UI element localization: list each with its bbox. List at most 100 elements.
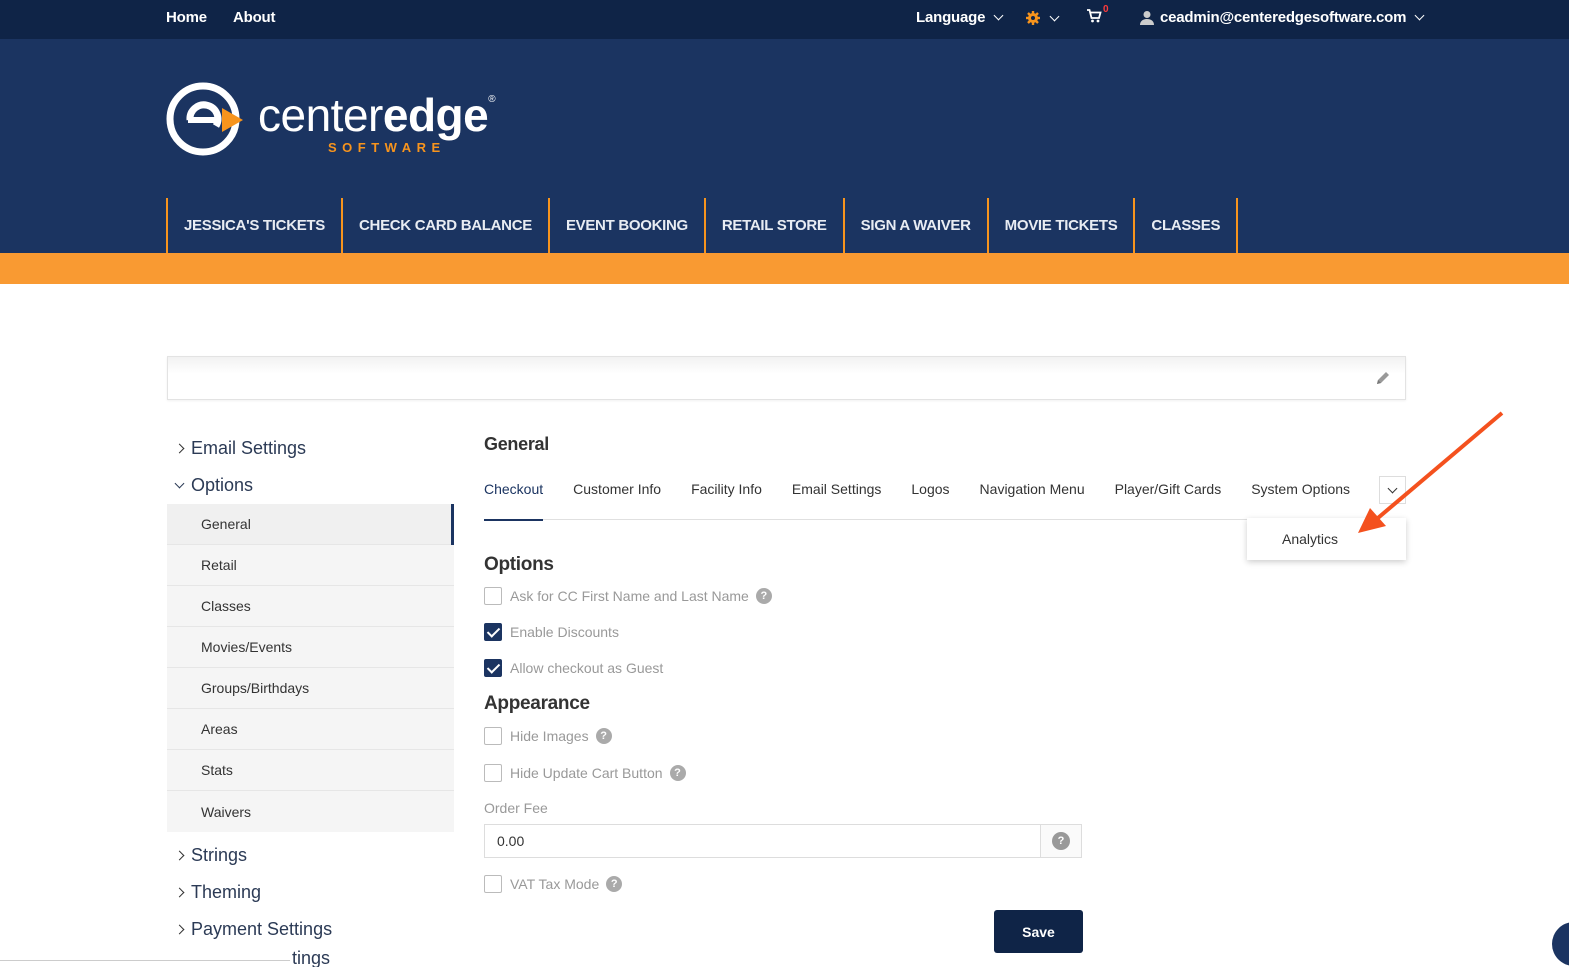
sidebar-subitem-classes[interactable]: Classes (167, 586, 454, 627)
sidebar-item-cut[interactable]: tings (167, 948, 454, 967)
dropdown-item-analytics[interactable]: Analytics (1282, 531, 1338, 547)
annotation-arrow-icon (1358, 411, 1504, 533)
checkbox[interactable] (484, 875, 502, 893)
user-icon (1140, 11, 1154, 25)
logo-mark-icon (166, 82, 243, 156)
help-icon[interactable]: ? (669, 765, 686, 781)
chevron-right-icon (167, 924, 191, 935)
chevron-down-icon (993, 10, 1004, 21)
tab-navigation-menu[interactable]: Navigation Menu (980, 474, 1085, 520)
sidebar-item-email-settings[interactable]: Email Settings (167, 430, 454, 467)
option-ask-cc-name[interactable]: Ask for CC First Name and Last Name ? (484, 587, 772, 605)
nav-retail-store[interactable]: RETAIL STORE (703, 198, 843, 253)
option-label: Enable Discounts (510, 624, 619, 640)
help-icon[interactable]: ? (606, 876, 623, 892)
nav-movie-tickets[interactable]: MOVIE TICKETS (986, 198, 1134, 253)
tab-email-settings[interactable]: Email Settings (792, 474, 881, 520)
option-enable-discounts[interactable]: Enable Discounts (484, 623, 619, 641)
chevron-right-icon (167, 443, 191, 454)
tab-facility-info[interactable]: Facility Info (691, 474, 762, 520)
checkbox[interactable] (484, 587, 502, 605)
option-hide-images[interactable]: Hide Images ? (484, 727, 612, 745)
sidebar-subitem-movies-events[interactable]: Movies/Events (167, 627, 454, 668)
sidebar-item-options[interactable]: Options (167, 467, 454, 504)
tab-player-gift-cards[interactable]: Player/Gift Cards (1115, 474, 1222, 520)
order-fee-input[interactable] (485, 825, 1040, 857)
sidebar-subitem-waivers[interactable]: Waivers (167, 791, 454, 832)
orange-band (0, 253, 1569, 284)
sidebar-item-payment-settings[interactable]: Payment Settings (167, 911, 454, 948)
cart-count-badge: 0 (1103, 3, 1109, 15)
nav-sign-a-waiver[interactable]: SIGN A WAIVER (842, 198, 987, 253)
sidebar-item-label: Options (191, 475, 254, 495)
nav-jessicas-tickets[interactable]: JESSICA'S TICKETS (166, 198, 341, 253)
chevron-right-icon (167, 887, 191, 898)
user-menu[interactable]: ceadmin@centeredgesoftware.com (1140, 9, 1425, 26)
top-bar: Home About Language 0 ceadmin@centeredge… (0, 0, 1569, 39)
sidebar-item-label: tings (292, 948, 331, 967)
order-fee-label: Order Fee (484, 800, 548, 816)
option-label: Ask for CC First Name and Last Name (510, 588, 749, 604)
nav-classes[interactable]: CLASSES (1133, 198, 1239, 253)
option-label: Hide Images (510, 728, 589, 744)
option-hide-update-cart[interactable]: Hide Update Cart Button ? (484, 764, 686, 782)
sidebar-subitem-stats[interactable]: Stats (167, 750, 454, 791)
checkbox[interactable] (484, 623, 502, 641)
main-navigation: JESSICA'S TICKETS CHECK CARD BALANCE EVE… (166, 198, 1239, 253)
sidebar-subitem-areas[interactable]: Areas (167, 709, 454, 750)
sidebar-subitem-general[interactable]: General (167, 504, 454, 545)
home-link[interactable]: Home (166, 9, 207, 26)
sidebar-item-strings[interactable]: Strings (167, 837, 454, 874)
chevron-down-icon (167, 478, 191, 489)
brand-wordmark: centeredge® (258, 89, 496, 141)
option-label: Hide Update Cart Button (510, 765, 663, 781)
page-title-bar (167, 356, 1406, 400)
sidebar-subitem-groups-birthdays[interactable]: Groups/Birthdays (167, 668, 454, 709)
tab-system-options[interactable]: System Options (1251, 474, 1350, 520)
tab-bar: Checkout Customer Info Facility Info Ema… (484, 474, 1406, 521)
help-icon: ? (1052, 832, 1070, 850)
gear-icon (1026, 11, 1040, 25)
checkbox[interactable] (484, 727, 502, 745)
brand-subtitle: SOFTWARE (328, 140, 446, 155)
option-vat-tax-mode[interactable]: VAT Tax Mode ? (484, 875, 623, 893)
chat-widget-button[interactable] (1552, 922, 1569, 966)
sidebar-subitem-retail[interactable]: Retail (167, 545, 454, 586)
divider (0, 960, 290, 961)
appearance-heading: Appearance (484, 693, 590, 714)
sidebar-item-label: Theming (191, 882, 262, 902)
options-heading: Options (484, 554, 554, 575)
option-allow-guest-checkout[interactable]: Allow checkout as Guest (484, 659, 663, 677)
language-dropdown[interactable]: Language (916, 9, 1004, 26)
checkbox[interactable] (484, 659, 502, 677)
help-icon[interactable]: ? (755, 588, 772, 604)
help-icon[interactable]: ? (595, 728, 612, 744)
chevron-down-icon (1049, 11, 1060, 21)
order-fee-help[interactable]: ? (1040, 825, 1081, 857)
sidebar-item-theming[interactable]: Theming (167, 874, 454, 911)
settings-sidebar: Email Settings Options General Retail Cl… (167, 430, 454, 967)
sidebar-item-label: Payment Settings (191, 919, 333, 939)
about-link[interactable]: About (233, 9, 276, 26)
nav-check-card-balance[interactable]: CHECK CARD BALANCE (341, 198, 548, 253)
save-button[interactable]: Save (994, 910, 1083, 953)
settings-content: General Checkout Customer Info Facility … (484, 430, 1406, 960)
order-fee-input-group: ? (484, 824, 1082, 858)
nav-event-booking[interactable]: EVENT BOOKING (547, 198, 704, 253)
cart-button[interactable]: 0 (1086, 4, 1113, 24)
tab-checkout[interactable]: Checkout (484, 474, 544, 521)
chevron-down-icon (1414, 10, 1425, 21)
option-label: VAT Tax Mode (510, 876, 600, 892)
option-label: Allow checkout as Guest (510, 660, 664, 676)
checkbox[interactable] (484, 764, 502, 782)
sidebar-item-label: Strings (191, 845, 248, 865)
section-title: General (484, 434, 549, 454)
options-submenu: General Retail Classes Movies/Events Gro… (167, 504, 454, 832)
sidebar-item-label: Email Settings (191, 438, 307, 458)
settings-dropdown[interactable] (1025, 10, 1060, 26)
tab-logos[interactable]: Logos (911, 474, 949, 520)
pencil-icon[interactable] (1375, 370, 1391, 386)
tab-customer-info[interactable]: Customer Info (573, 474, 661, 520)
brand-logo[interactable]: centeredge® SOFTWARE (166, 82, 526, 162)
chevron-right-icon (167, 850, 191, 861)
